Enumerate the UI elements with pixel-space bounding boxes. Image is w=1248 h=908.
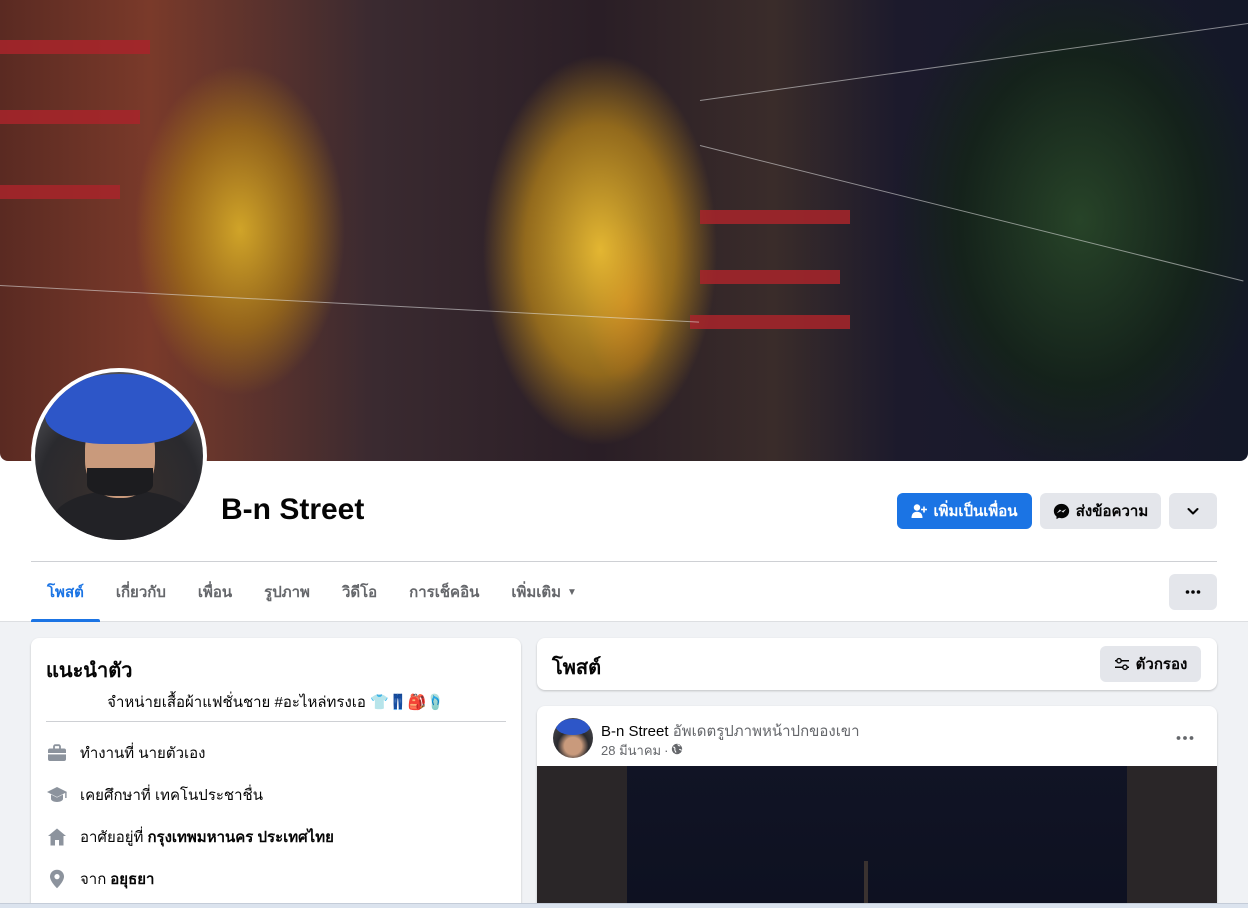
- post-card: B-n Street อัพเดตรูปภาพหน้าปกของเขา 28 ม…: [537, 706, 1217, 908]
- message-label: ส่งข้อความ: [1075, 503, 1149, 520]
- post-image-detail: [864, 861, 868, 908]
- cover-detail: [0, 110, 140, 124]
- posts-header-card: โพสต์ ตัวกรอง: [537, 638, 1217, 690]
- post-image-photo: [627, 766, 1127, 908]
- filter-button[interactable]: ตัวกรอง: [1100, 646, 1201, 682]
- filter-label: ตัวกรอง: [1135, 656, 1188, 673]
- more-dots-icon: [1176, 727, 1194, 745]
- caret-down-icon: ▼: [567, 586, 577, 598]
- post-author-avatar[interactable]: [553, 718, 593, 758]
- intro-lives: อาศัยอยู่ที่ กรุงเทพมหานคร ประเทศไทย: [46, 825, 334, 849]
- intro-lives-prefix: อาศัยอยู่ที่: [80, 829, 144, 846]
- post-action-text: อัพเดตรูปภาพหน้าปกของเขา: [672, 723, 860, 740]
- tab-friends[interactable]: เพื่อน: [182, 562, 248, 622]
- profile-tabs: โพสต์ เกี่ยวกับ เพื่อน รูปภาพ วิดีโอ การ…: [31, 562, 593, 622]
- intro-education: เคยศึกษาที่ เทคโนประชาชื่น: [46, 783, 263, 807]
- profile-dropdown-button[interactable]: [1169, 493, 1217, 529]
- intro-education-value: เทคโนประชาชื่น: [154, 787, 263, 804]
- post-date[interactable]: 28 มีนาคม: [601, 740, 661, 761]
- intro-lives-value[interactable]: กรุงเทพมหานคร ประเทศไทย: [147, 825, 333, 849]
- intro-bio: จำหน่ายเสื้อผ้าแฟชั่นชาย #อะไหล่ทรงเอ 👕👖…: [107, 694, 445, 711]
- tab-label: รูปภาพ: [264, 584, 310, 601]
- intro-work: ทำงานที่ นายตัวเอง: [46, 741, 205, 765]
- cover-photo[interactable]: [0, 0, 1248, 461]
- tab-label: เกี่ยวกับ: [115, 584, 166, 601]
- profile-picture-detail: [45, 374, 195, 444]
- profile-picture-detail: [87, 468, 153, 496]
- tab-label: เพิ่มเติม: [511, 584, 562, 601]
- intro-from-value[interactable]: อยุธยา: [110, 867, 154, 891]
- intro-divider: [46, 721, 506, 722]
- briefcase-icon: [46, 742, 68, 764]
- cover-detail: [699, 22, 1248, 101]
- post-image[interactable]: [537, 766, 1217, 908]
- home-icon: [46, 826, 68, 848]
- posts-title: โพสต์: [552, 657, 602, 679]
- intro-work-prefix: ทำงานที่: [80, 745, 135, 762]
- tab-posts[interactable]: โพสต์: [31, 562, 100, 622]
- cover-detail: [690, 315, 850, 329]
- tab-about[interactable]: เกี่ยวกับ: [100, 562, 182, 622]
- tab-more[interactable]: เพิ่มเติม ▼: [495, 562, 593, 622]
- add-friend-icon: [911, 503, 928, 519]
- tab-label: โพสต์: [47, 584, 84, 601]
- intro-education-prefix: เคยศึกษาที่: [80, 787, 151, 804]
- post-separator: ·: [664, 743, 669, 758]
- cover-detail: [700, 270, 840, 284]
- graduation-cap-icon: [46, 784, 68, 806]
- messenger-icon: [1053, 503, 1070, 520]
- tab-photos[interactable]: รูปภาพ: [248, 562, 326, 622]
- tab-label: เพื่อน: [197, 584, 233, 601]
- profile-name: B-n Street: [221, 493, 365, 526]
- post-subline: 28 มีนาคม ·: [601, 740, 683, 761]
- tab-videos[interactable]: วิดีโอ: [326, 562, 393, 622]
- window-bottom-edge: [0, 903, 1248, 908]
- cover-detail: [700, 210, 850, 224]
- more-dots-icon: [1185, 590, 1201, 594]
- intro-card: แนะนำตัว จำหน่ายเสื้อผ้าแฟชั่นชาย #อะไหล…: [31, 638, 521, 908]
- cover-detail: [0, 285, 700, 323]
- post-options-button[interactable]: [1171, 724, 1199, 748]
- filter-icon: [1114, 657, 1130, 671]
- tab-label: วิดีโอ: [341, 584, 378, 601]
- tab-label: การเช็คอิน: [409, 584, 480, 601]
- add-friend-button[interactable]: เพิ่มเป็นเพื่อน: [897, 493, 1032, 529]
- post-author-name[interactable]: B-n Street: [601, 723, 669, 740]
- tabs-more-button[interactable]: [1169, 574, 1217, 610]
- intro-from: จาก อยุธยา: [46, 867, 154, 891]
- profile-picture[interactable]: [31, 368, 207, 544]
- profile-picture-image: [35, 372, 203, 540]
- message-button[interactable]: ส่งข้อความ: [1040, 493, 1161, 529]
- intro-title: แนะนำตัว: [46, 660, 133, 682]
- intro-from-prefix: จาก: [80, 871, 107, 888]
- cover-detail: [0, 185, 120, 199]
- location-pin-icon: [46, 868, 68, 890]
- add-friend-label: เพิ่มเป็นเพื่อน: [933, 503, 1018, 520]
- chevron-down-icon: [1186, 504, 1200, 518]
- cover-detail: [0, 40, 150, 54]
- globe-icon: [671, 743, 683, 758]
- tab-checkins[interactable]: การเช็คอิน: [393, 562, 495, 622]
- profile-header: B-n Street เพิ่มเป็นเพื่อน ส่งข้อความ โพ…: [0, 0, 1248, 622]
- intro-work-value: นายตัวเอง: [138, 745, 206, 762]
